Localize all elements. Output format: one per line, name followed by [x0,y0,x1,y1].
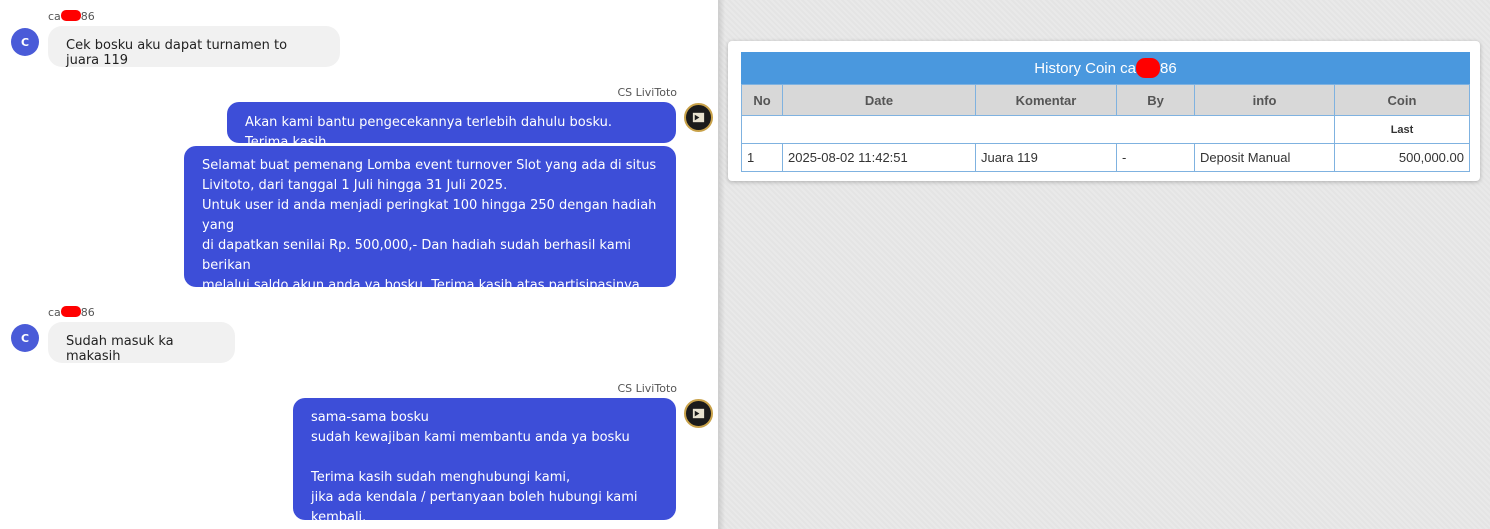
cell-by: - [1116,143,1195,172]
redaction-mark [60,10,81,21]
table-header-row: No Date Komentar By info Coin [741,84,1470,116]
column-header-date: Date [782,84,976,116]
user-avatar: C [11,324,39,352]
last-label: Last [1334,115,1470,144]
agent-logo-icon [684,103,713,132]
attachment-panel: History Coin ca 86 No Date Komentar By in… [718,0,1490,529]
cell-no: 1 [741,143,783,172]
cell-date: 2025-08-02 11:42:51 [782,143,976,172]
agent-name: CS LiviToto [617,382,677,395]
agent-message-bubble: Akan kami bantu pengecekannya terlebih d… [227,102,676,150]
user-avatar: C [11,28,39,56]
redaction-mark [1136,58,1160,78]
cell-info: Deposit Manual [1194,143,1335,172]
agent-message-bubble: Selamat buat pemenang Lomba event turnov… [184,146,676,333]
agent-logo-icon [684,399,713,428]
column-header-info: info [1194,84,1335,116]
user-message-bubble: Sudah masuk ka makasih [48,322,235,364]
redaction-mark [60,306,81,317]
table-row: Last [741,115,1470,144]
history-coin-card: History Coin ca 86 No Date Komentar By in… [728,41,1480,181]
cell-coin: 500,000.00 [1334,143,1470,172]
sender-name: ca 86 [48,306,95,319]
agent-name: CS LiviToto [617,86,677,99]
table-row: 1 2025-08-02 11:42:51 Juara 119 - Deposi… [741,143,1470,172]
column-header-komentar: Komentar [975,84,1117,116]
column-header-no: No [741,84,783,116]
cell-komentar: Juara 119 [975,143,1117,172]
sender-name: ca 86 [48,10,95,23]
column-header-coin: Coin [1334,84,1470,116]
panel-shadow [719,0,725,529]
chat-pane: ca 86 C Cek bosku aku dapat turnamen to j… [0,0,718,529]
history-coin-title: History Coin ca 86 [741,52,1470,84]
empty-cell [741,115,1335,144]
column-header-by: By [1116,84,1195,116]
history-coin-table: No Date Komentar By info Coin Last 1 202… [741,84,1470,172]
agent-message-bubble: sama-sama bosku sudah kewajiban kami mem… [293,398,676,525]
user-message-bubble: Cek bosku aku dapat turnamen to juara 11… [48,26,340,68]
